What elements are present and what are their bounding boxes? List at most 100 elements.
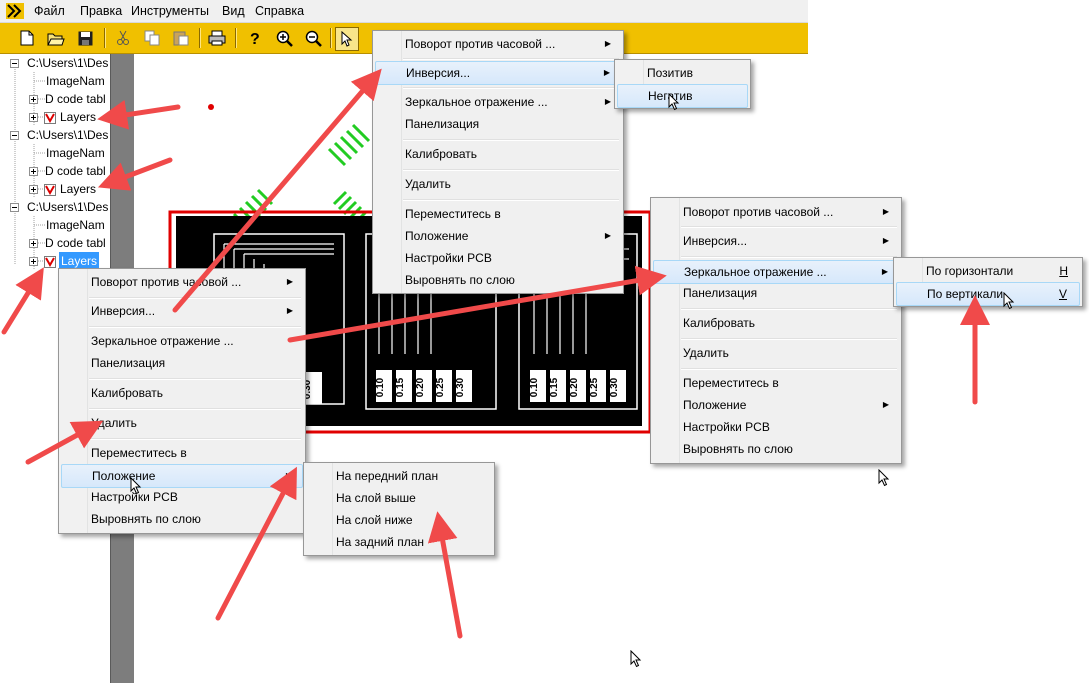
new-file-button[interactable] bbox=[16, 27, 38, 49]
pcb-label: 0.10 bbox=[529, 377, 541, 398]
collapse-1-icon[interactable] bbox=[10, 59, 19, 68]
submenu-position: На передний план На слой выше На слой ни… bbox=[303, 462, 495, 556]
pcb-label: 0.25 bbox=[589, 377, 601, 398]
expand-layers-2-icon[interactable] bbox=[29, 185, 38, 194]
open-button[interactable] bbox=[45, 27, 67, 49]
menu-file[interactable]: Файл bbox=[34, 4, 65, 18]
pcb-label: 0.30 bbox=[609, 377, 621, 398]
menu-calibrate[interactable]: Калибровать bbox=[653, 312, 899, 334]
checkbox-checked-icon[interactable] bbox=[44, 112, 56, 124]
submenu-arrow-icon: ▶ bbox=[285, 471, 292, 480]
menu-mirror[interactable]: Зеркальное отражение ... bbox=[61, 330, 303, 352]
print-button[interactable] bbox=[206, 27, 228, 49]
menu-rotate[interactable]: Поворот против часовой ... ▶ bbox=[61, 271, 303, 293]
menu-align[interactable]: Выровнять по слою bbox=[375, 269, 621, 291]
menu-invert[interactable]: Инверсия... ▶ bbox=[375, 61, 621, 85]
menu-layer-up[interactable]: На слой выше bbox=[306, 487, 492, 509]
expand-dcode-1-icon[interactable] bbox=[29, 95, 38, 104]
menu-panel[interactable]: Панелизация bbox=[61, 352, 303, 374]
menu-view[interactable]: Вид bbox=[222, 4, 245, 18]
tree-dcode-label: D code tabl bbox=[45, 164, 106, 178]
save-button[interactable] bbox=[74, 27, 96, 49]
tree-dcode-label: D code tabl bbox=[45, 92, 106, 106]
submenu-arrow-icon: ▶ bbox=[882, 400, 889, 409]
expand-layers-1-icon[interactable] bbox=[29, 113, 38, 122]
help-question-icon: ? bbox=[250, 31, 260, 46]
context-menu-right: Поворот против часовой ... ▶ Инверсия... ▶… bbox=[650, 197, 902, 464]
menu-delete[interactable]: Удалить bbox=[61, 412, 303, 434]
menu-send-back[interactable]: На задний план bbox=[306, 531, 492, 553]
menu-invert[interactable]: Инверсия... ▶ bbox=[61, 300, 303, 322]
pcb-label: 0.10 bbox=[375, 377, 387, 398]
menu-mirror-vertical[interactable]: По вертикали V bbox=[896, 282, 1080, 306]
menu-bring-front[interactable]: На передний план bbox=[306, 465, 492, 487]
menu-layer-down[interactable]: На слой ниже bbox=[306, 509, 492, 531]
submenu-arrow-icon: ▶ bbox=[604, 39, 611, 48]
tree-image-2[interactable]: ImageNam bbox=[46, 144, 105, 162]
menu-panel[interactable]: Панелизация bbox=[653, 282, 899, 304]
menu-move-to[interactable]: Переместитесь в bbox=[375, 203, 621, 225]
menu-help[interactable]: Справка bbox=[255, 4, 304, 18]
menu-pcb-settings[interactable]: Настройки PCB bbox=[61, 486, 303, 508]
tree-image-1[interactable]: ImageNam bbox=[46, 72, 105, 90]
submenu-arrow-icon: ▶ bbox=[604, 97, 611, 106]
expand-layers-3-icon[interactable] bbox=[29, 257, 38, 266]
open-folder-icon bbox=[47, 33, 65, 45]
shortcut-key-v: V bbox=[1058, 287, 1067, 301]
menu-calibrate[interactable]: Калибровать bbox=[375, 143, 621, 165]
menu-delete[interactable]: Удалить bbox=[653, 342, 899, 364]
menu-pcb-settings[interactable]: Настройки PCB bbox=[375, 247, 621, 269]
submenu-arrow-icon: ▶ bbox=[286, 277, 293, 286]
menu-invert[interactable]: Инверсия... ▶ bbox=[653, 230, 899, 252]
copy-button[interactable] bbox=[141, 27, 163, 49]
mouse-cursor-icon bbox=[1003, 292, 1015, 310]
pcb-label: 0.15 bbox=[395, 377, 407, 398]
menu-negative[interactable]: Негатив bbox=[617, 84, 748, 108]
mouse-cursor-icon bbox=[668, 93, 680, 111]
red-marker bbox=[208, 104, 214, 110]
submenu-mirror: По горизонтали H По вертикали V bbox=[893, 257, 1083, 307]
select-pointer-button[interactable] bbox=[335, 27, 359, 51]
paste-button[interactable] bbox=[170, 27, 192, 49]
menu-align[interactable]: Выровнять по слою bbox=[653, 438, 899, 460]
menu-position[interactable]: Положение ▶ bbox=[61, 464, 303, 488]
tree-root-label: C:\Users\1\Des bbox=[27, 200, 109, 214]
menu-move-to[interactable]: Переместитесь в bbox=[61, 442, 303, 464]
pcb-label: 0.25 bbox=[435, 377, 447, 398]
menu-mirror[interactable]: Зеркальное отражение ... ▶ bbox=[653, 260, 899, 284]
pcb-label: 0.30 bbox=[455, 377, 467, 398]
menu-edit[interactable]: Правка bbox=[80, 4, 122, 18]
checkbox-checked-icon[interactable] bbox=[44, 184, 56, 196]
tree-image-3[interactable]: ImageNam bbox=[46, 216, 105, 234]
menu-position[interactable]: Положение ▶ bbox=[375, 225, 621, 247]
menu-mirror[interactable]: Зеркальное отражение ... ▶ bbox=[375, 91, 621, 113]
menu-mirror-horizontal[interactable]: По горизонтали H bbox=[896, 260, 1080, 282]
checkbox-checked-icon[interactable] bbox=[44, 256, 56, 268]
menu-align[interactable]: Выровнять по слою bbox=[61, 508, 303, 530]
menu-calibrate[interactable]: Калибровать bbox=[61, 382, 303, 404]
menu-tools[interactable]: Инструменты bbox=[131, 4, 209, 18]
menu-position[interactable]: Положение ▶ bbox=[653, 394, 899, 416]
help-button[interactable]: ? bbox=[244, 27, 266, 49]
expand-dcode-2-icon[interactable] bbox=[29, 167, 38, 176]
menu-panel[interactable]: Панелизация bbox=[375, 113, 621, 135]
tree-root-label: C:\Users\1\Des bbox=[27, 56, 109, 70]
menu-rotate[interactable]: Поворот против часовой ... ▶ bbox=[653, 201, 899, 223]
collapse-2-icon[interactable] bbox=[10, 131, 19, 140]
zoom-in-button[interactable] bbox=[273, 27, 295, 49]
menu-move-to[interactable]: Переместитесь в bbox=[653, 372, 899, 394]
tree-image-label: ImageNam bbox=[46, 146, 105, 160]
zoom-out-button[interactable] bbox=[302, 27, 324, 49]
context-menu-top: Поворот против часовой ... ▶ Инверсия... ▶… bbox=[372, 30, 624, 294]
menu-positive[interactable]: Позитив bbox=[617, 62, 748, 84]
menu-rotate[interactable]: Поворот против часовой ... ▶ bbox=[375, 33, 621, 55]
pcb-label: 0.20 bbox=[569, 377, 581, 398]
cut-button[interactable] bbox=[112, 27, 134, 49]
collapse-3-icon[interactable] bbox=[10, 203, 19, 212]
menu-delete[interactable]: Удалить bbox=[375, 173, 621, 195]
app-logo-icon bbox=[6, 3, 24, 19]
expand-dcode-3-icon[interactable] bbox=[29, 239, 38, 248]
submenu-arrow-icon: ▶ bbox=[882, 207, 889, 216]
tree-layers-label: Layers bbox=[60, 110, 97, 124]
menu-pcb-settings[interactable]: Настройки PCB bbox=[653, 416, 899, 438]
